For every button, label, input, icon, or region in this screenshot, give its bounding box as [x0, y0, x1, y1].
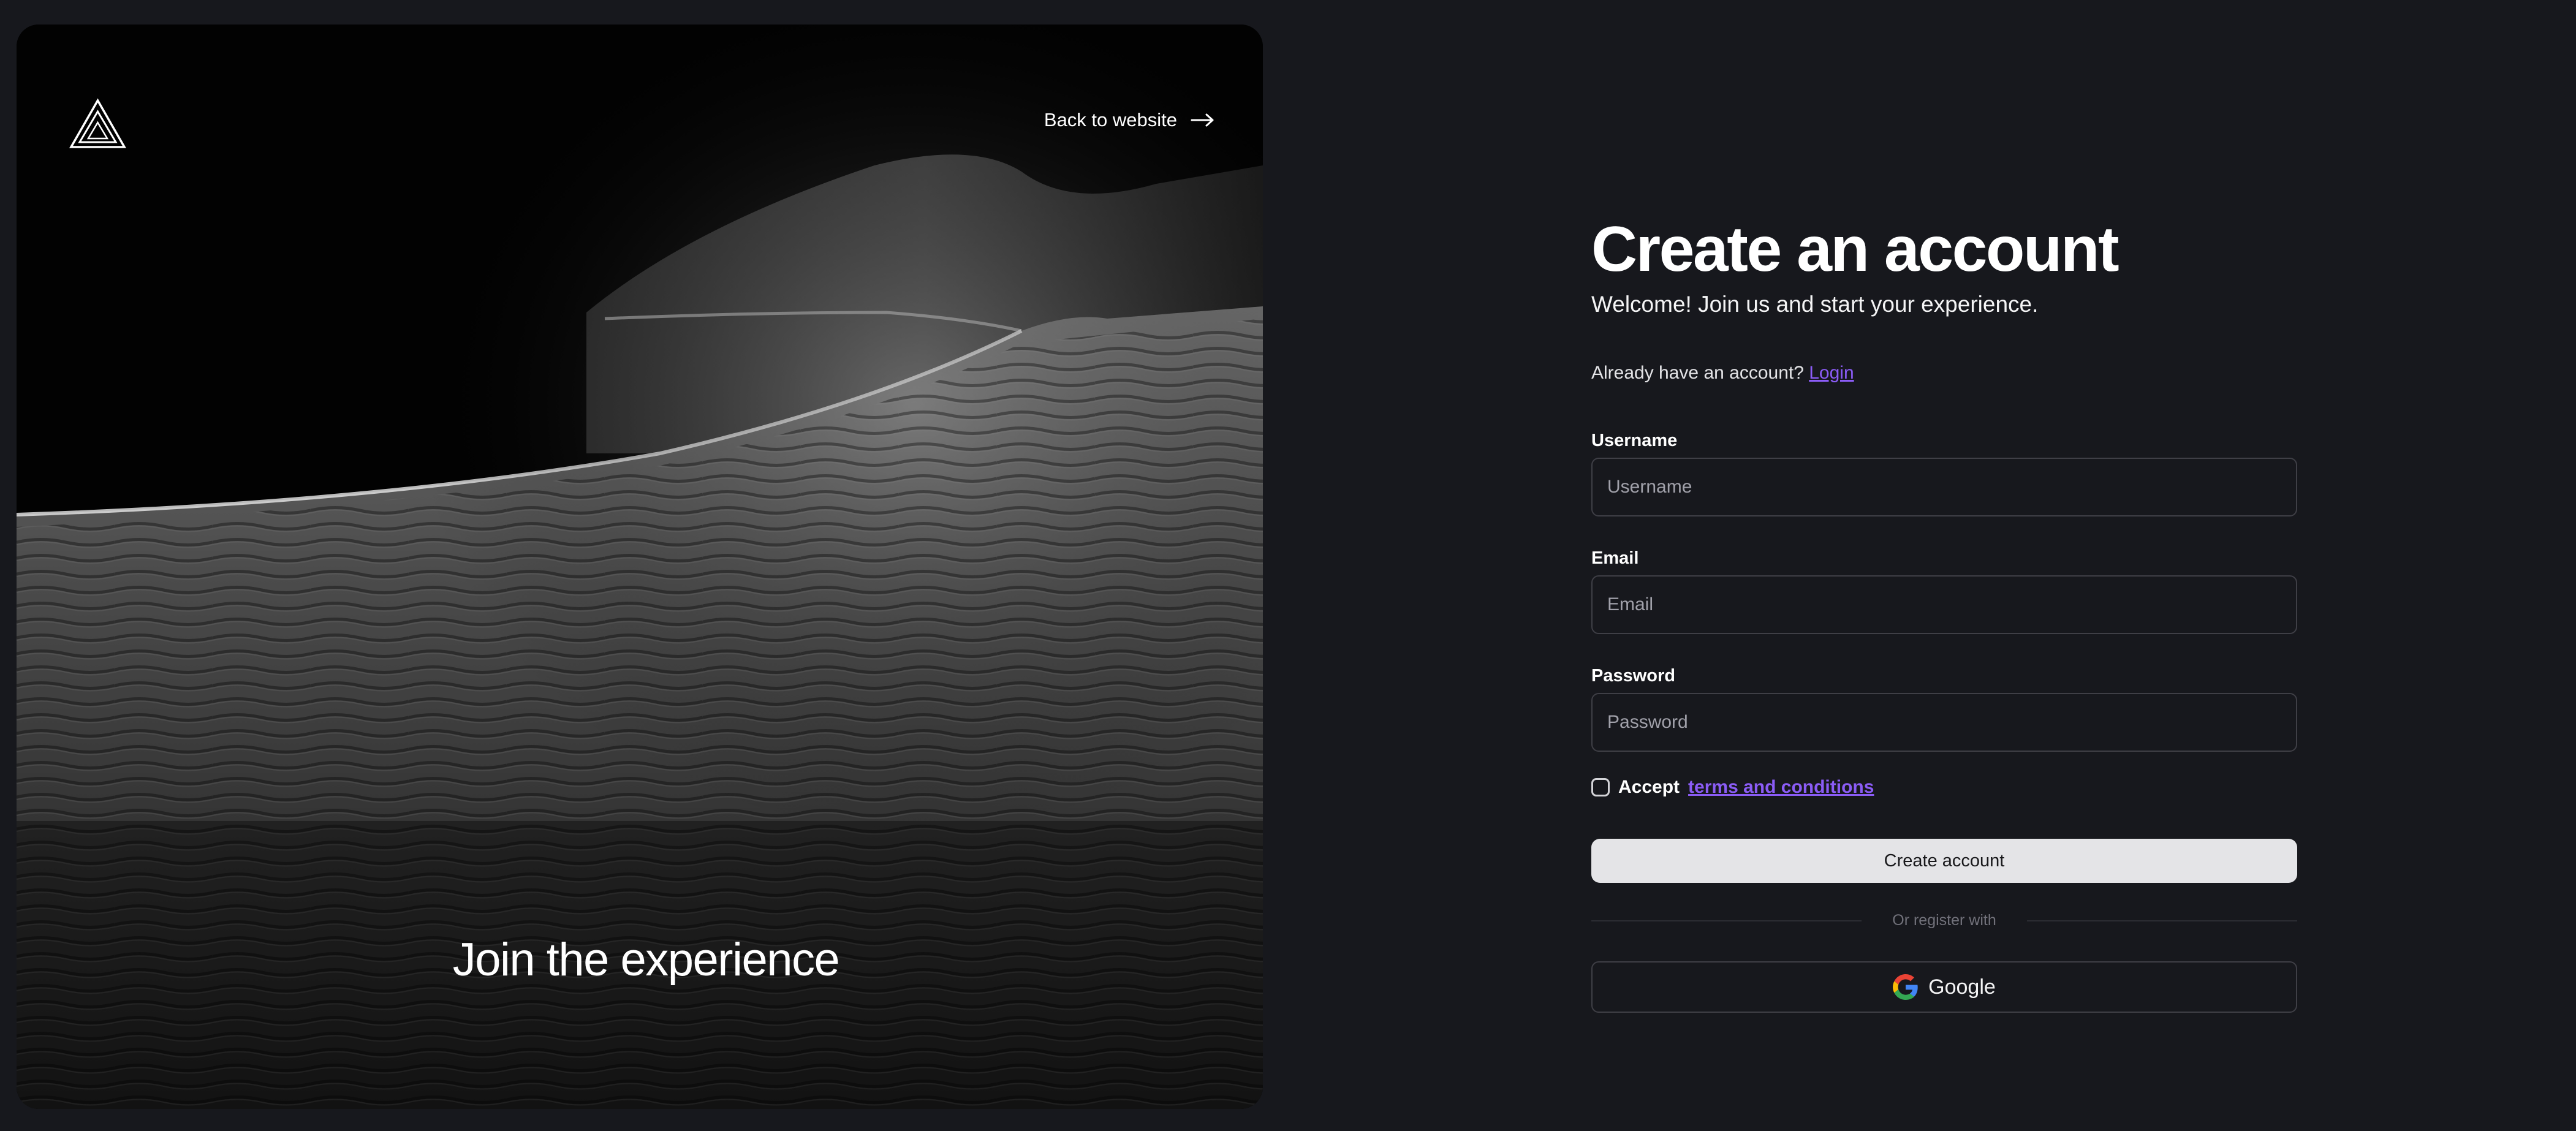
page-title: Create an account: [1591, 214, 2120, 285]
email-label: Email: [1591, 548, 1639, 568]
login-link[interactable]: Login: [1809, 363, 1854, 383]
divider-text: Or register with: [1892, 912, 1996, 929]
google-icon: [1893, 974, 1918, 1000]
divider-line-left: [1591, 920, 1862, 921]
google-button-label: Google: [1928, 975, 1996, 999]
arrow-right-icon: [1191, 113, 1214, 127]
hero-tagline: Join the experience: [452, 934, 840, 986]
password-input[interactable]: [1591, 693, 2297, 752]
page-subtitle: Welcome! Join us and start your experien…: [1591, 292, 2039, 317]
back-to-website-label: Back to website: [1044, 109, 1177, 130]
login-prompt-text: Already have an account?: [1591, 363, 1804, 383]
terms-checkbox[interactable]: [1591, 778, 1610, 796]
username-field-group: Username: [1591, 429, 2297, 516]
google-register-button[interactable]: Google: [1591, 961, 2297, 1013]
back-to-website-link[interactable]: Back to website: [1044, 109, 1215, 131]
register-divider: Or register with: [1591, 912, 2298, 929]
terms-link[interactable]: terms and conditions: [1688, 777, 1874, 798]
signup-page: Back to website Join the experience Crea…: [0, 0, 2576, 1131]
password-label: Password: [1591, 666, 1675, 686]
create-account-button[interactable]: Create account: [1591, 839, 2297, 883]
username-input[interactable]: [1591, 458, 2297, 516]
triangle-logo-icon[interactable]: [69, 98, 127, 149]
login-prompt: Already have an account? Login: [1591, 363, 1854, 384]
divider-line-right: [2026, 920, 2298, 921]
hero-panel: Back to website Join the experience: [17, 25, 1263, 1109]
email-field-group: Email: [1591, 547, 2297, 634]
email-input[interactable]: [1591, 575, 2297, 634]
terms-accept-text: Accept: [1618, 777, 1680, 797]
username-label: Username: [1591, 431, 1678, 450]
terms-row: Accept terms and conditions: [1591, 777, 1874, 798]
password-field-group: Password: [1591, 665, 2297, 752]
